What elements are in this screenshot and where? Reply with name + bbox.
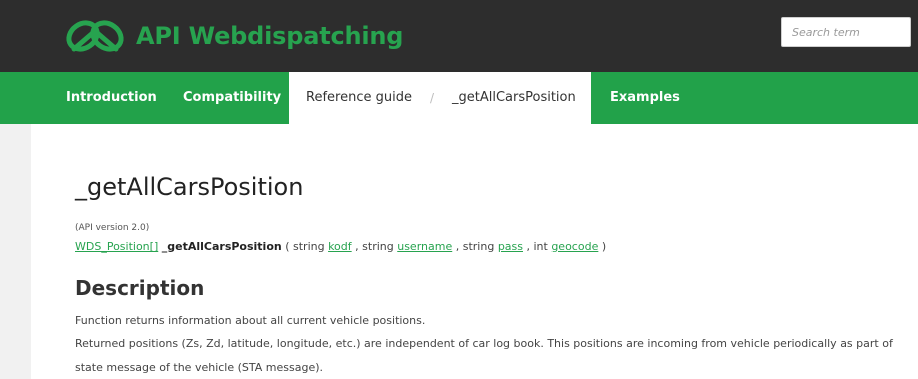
content-panel: _getAllCarsPosition (API version 2.0) WD… <box>31 124 918 379</box>
description-paragraph: Function returns information about all c… <box>75 314 426 327</box>
signature-text: ) <box>598 240 607 253</box>
signature-text: , string <box>452 240 498 253</box>
nav-reference-guide-tab: Reference guide / _getAllCarsPosition <box>289 72 591 129</box>
description-paragraph: state message of the vehicle (STA messag… <box>75 361 323 374</box>
app-title: API Webdispatching <box>136 22 404 50</box>
breadcrumb-current[interactable]: _getAllCarsPosition <box>452 72 576 124</box>
top-bar: API Webdispatching <box>0 0 918 72</box>
description-paragraph: Returned positions (Zs, Zd, latitude, lo… <box>75 337 893 350</box>
nav-reference-guide[interactable]: Reference guide <box>306 72 412 124</box>
function-signature: WDS_Position[] _getAllCarsPosition ( str… <box>75 240 606 253</box>
signature-text: , string <box>351 240 398 253</box>
signature-text: ( string <box>281 240 329 253</box>
brand[interactable]: API Webdispatching <box>62 12 403 60</box>
breadcrumb-separator: / <box>430 91 435 105</box>
nav-compatibility[interactable]: Compatibility <box>183 72 281 124</box>
signature-text: , int <box>523 240 552 253</box>
description-heading: Description <box>75 276 205 300</box>
param-geocode-link[interactable]: geocode <box>551 240 598 253</box>
nav-examples[interactable]: Examples <box>610 72 680 124</box>
api-version: (API version 2.0) <box>75 223 150 233</box>
param-kodf-link[interactable]: kodf <box>328 240 352 253</box>
logo-icon <box>62 15 128 57</box>
search-input[interactable] <box>781 17 911 47</box>
param-username-link[interactable]: username <box>397 240 452 253</box>
param-pass-link[interactable]: pass <box>498 240 523 253</box>
function-name: _getAllCarsPosition <box>161 240 282 253</box>
return-type-link[interactable]: WDS_Position[] <box>75 240 158 253</box>
page-title: _getAllCarsPosition <box>75 173 304 201</box>
nav-introduction[interactable]: Introduction <box>66 72 157 124</box>
